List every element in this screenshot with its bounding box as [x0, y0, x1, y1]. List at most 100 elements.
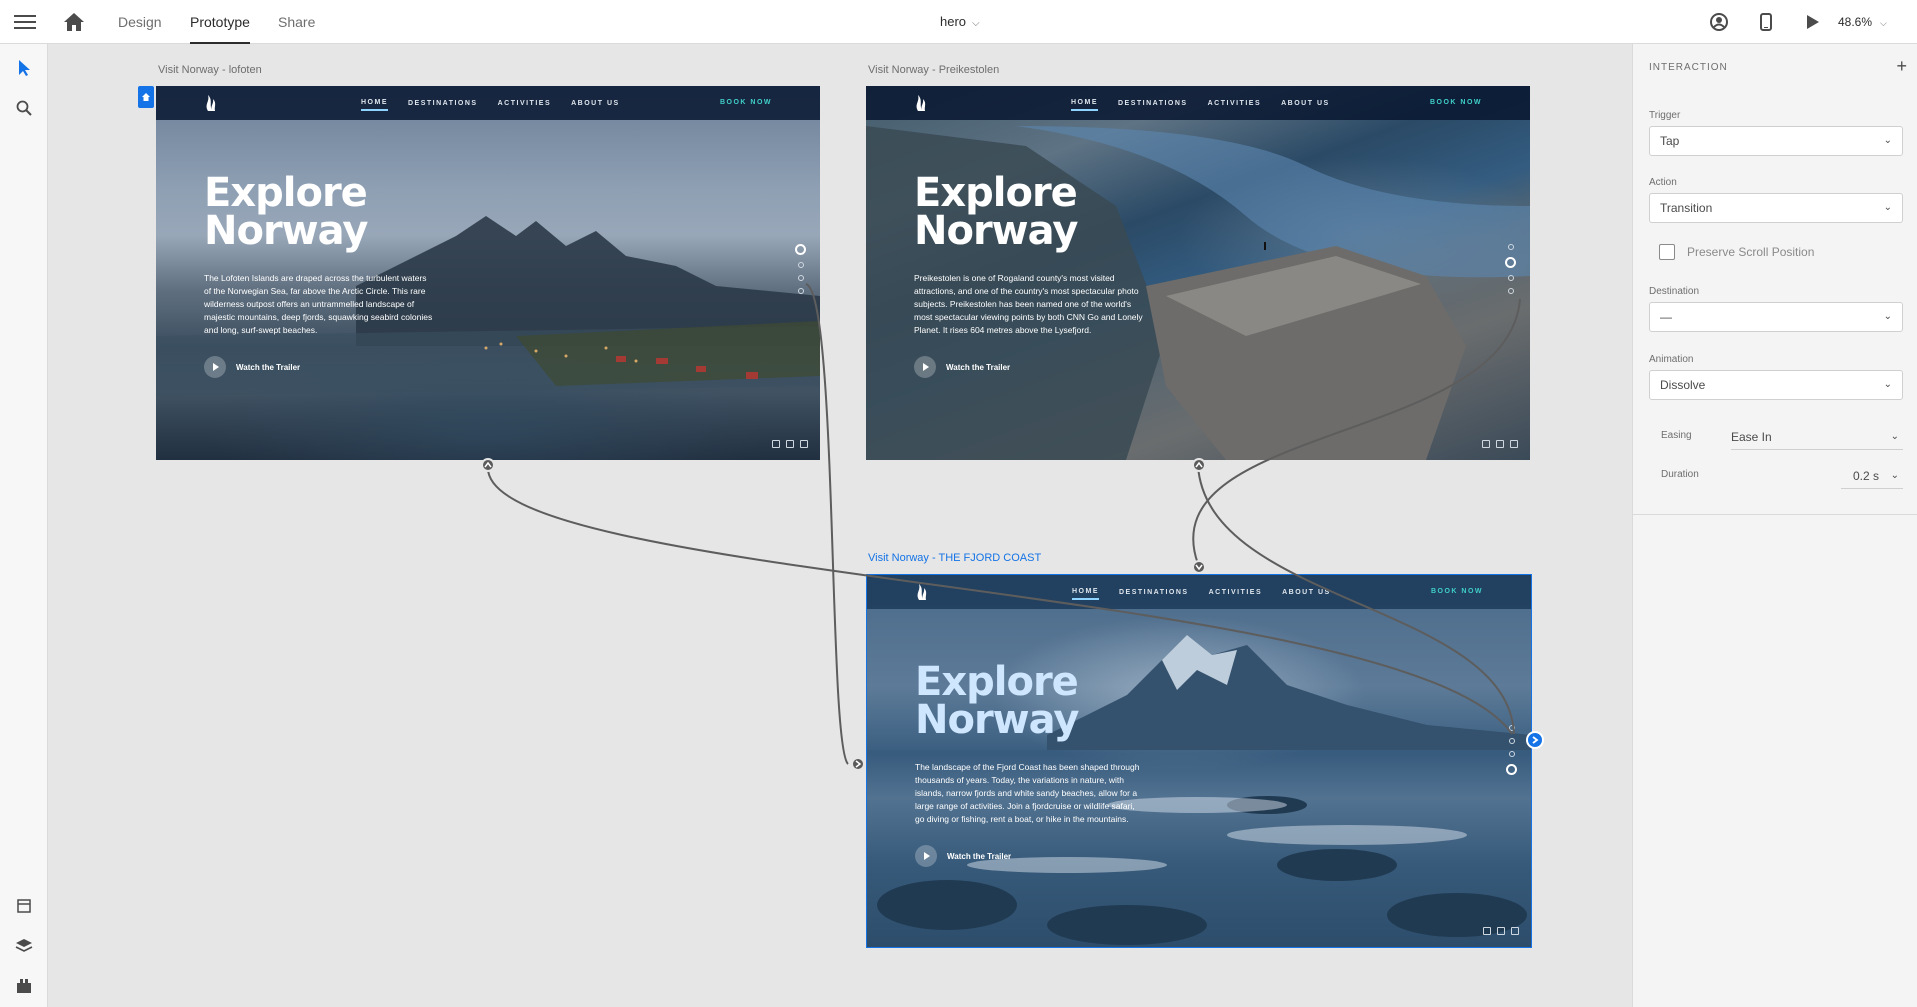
slide-indicator	[1506, 725, 1517, 775]
site-nav-destinations[interactable]: DESTINATIONS	[1118, 100, 1188, 107]
play-icon	[914, 356, 936, 378]
site-nav-destinations[interactable]: DESTINATIONS	[1119, 589, 1189, 596]
assets-panel-icon[interactable]	[12, 894, 36, 918]
hamburger-menu-icon[interactable]	[14, 12, 36, 32]
social-links	[1482, 440, 1518, 448]
artboard-label-lofoten[interactable]: Visit Norway - lofoten	[158, 64, 262, 76]
panel-title: INTERACTION	[1649, 62, 1728, 73]
book-now-link[interactable]: BOOK NOW	[720, 99, 772, 106]
trigger-select[interactable]: Tap ⌄	[1649, 126, 1903, 156]
duration-label: Duration	[1661, 469, 1699, 480]
checkbox-box[interactable]	[1659, 244, 1675, 260]
chevron-down-icon: ⌄	[1890, 470, 1899, 481]
watch-trailer-label: Watch the Trailer	[947, 851, 1012, 861]
twitter-icon[interactable]	[786, 440, 794, 448]
facebook-icon[interactable]	[1483, 927, 1491, 935]
artboard-fjord-coast[interactable]: HOME DESTINATIONS ACTIVITIES ABOUT US BO…	[866, 574, 1532, 948]
site-nav-about[interactable]: ABOUT US	[1281, 100, 1330, 107]
animation-select[interactable]: Dissolve ⌄	[1649, 370, 1903, 400]
hero-title-line: Explore	[204, 170, 368, 216]
watch-trailer-button[interactable]: Watch the Trailer	[204, 356, 300, 378]
facebook-icon[interactable]	[1482, 440, 1490, 448]
document-title[interactable]: hero ⌵	[940, 0, 980, 44]
social-links	[772, 440, 808, 448]
slide-dot[interactable]	[797, 275, 804, 281]
duration-row: Duration 0.2 s ⌄	[1661, 463, 1903, 489]
facebook-icon[interactable]	[772, 440, 780, 448]
watch-trailer-button[interactable]: Watch the Trailer	[914, 356, 1010, 378]
site-nav-home[interactable]: HOME	[1071, 99, 1098, 111]
slide-dot[interactable]	[1508, 751, 1515, 757]
action-select[interactable]: Transition ⌄	[1649, 193, 1903, 223]
connection-handle-arrow-icon[interactable]	[1526, 731, 1544, 749]
hero-title-line: Explore	[915, 659, 1079, 705]
slide-dot[interactable]	[1507, 244, 1514, 250]
site-nav-about[interactable]: ABOUT US	[1282, 589, 1331, 596]
slide-dot[interactable]	[1508, 725, 1515, 731]
slide-dot[interactable]	[1506, 764, 1517, 775]
plugins-panel-icon[interactable]	[12, 974, 36, 998]
layers-panel-icon[interactable]	[12, 934, 36, 958]
zoom-tool-icon[interactable]	[12, 96, 36, 120]
chevron-down-icon: ⌄	[1883, 202, 1892, 213]
slide-dot[interactable]	[797, 288, 804, 294]
tab-prototype[interactable]: Prototype	[190, 0, 250, 44]
instagram-icon[interactable]	[1511, 927, 1519, 935]
slide-dot[interactable]	[1507, 275, 1514, 281]
site-navbar: HOME DESTINATIONS ACTIVITIES ABOUT US BO…	[866, 86, 1530, 120]
site-nav-activities[interactable]: ACTIVITIES	[1208, 100, 1262, 107]
twitter-icon[interactable]	[1496, 440, 1504, 448]
hero-title-line: Norway	[204, 208, 368, 254]
connection-pin-down-icon[interactable]	[1192, 560, 1206, 574]
slide-dot[interactable]	[797, 262, 804, 268]
duration-input[interactable]: 0.2 s ⌄	[1841, 463, 1903, 489]
connection-pin-up-icon[interactable]	[481, 458, 495, 472]
watch-trailer-button[interactable]: Watch the Trailer	[915, 845, 1011, 867]
artboard-label-preikestolen[interactable]: Visit Norway - Preikestolen	[868, 64, 999, 76]
home-artboard-icon[interactable]	[138, 86, 154, 108]
site-nav-home[interactable]: HOME	[1072, 588, 1099, 600]
watch-trailer-label: Watch the Trailer	[236, 362, 301, 372]
site-nav-destinations[interactable]: DESTINATIONS	[408, 100, 478, 107]
slide-dot[interactable]	[1508, 738, 1515, 744]
slide-dot[interactable]	[795, 244, 806, 255]
artboard-lofoten[interactable]: HOME DESTINATIONS ACTIVITIES ABOUT US BO…	[156, 86, 820, 460]
book-now-link[interactable]: BOOK NOW	[1430, 99, 1482, 106]
artboard-label-fjord-coast[interactable]: Visit Norway - THE FJORD COAST	[868, 552, 1041, 564]
site-nav-about[interactable]: ABOUT US	[571, 100, 620, 107]
tab-share[interactable]: Share	[278, 0, 315, 44]
add-interaction-icon[interactable]: +	[1896, 56, 1907, 77]
left-toolbar	[0, 44, 48, 1007]
device-preview-icon[interactable]	[1756, 12, 1776, 32]
connection-pin-up-icon[interactable]	[1192, 458, 1206, 472]
twitter-icon[interactable]	[1497, 927, 1505, 935]
panel-divider	[1633, 514, 1917, 515]
duration-value: 0.2 s	[1852, 469, 1879, 483]
slide-dot[interactable]	[1507, 288, 1514, 294]
slide-dot[interactable]	[1505, 257, 1516, 268]
design-canvas[interactable]: Visit Norway - lofoten HOME DESTINATIONS…	[48, 44, 1632, 1007]
easing-select[interactable]: Ease In ⌄	[1731, 424, 1903, 450]
instagram-icon[interactable]	[1510, 440, 1518, 448]
site-nav-home[interactable]: HOME	[361, 99, 388, 111]
play-preview-icon[interactable]	[1802, 12, 1822, 32]
chevron-down-icon: ⌵	[1880, 18, 1887, 28]
connection-pin-right-icon[interactable]	[851, 757, 865, 771]
site-nav-links: HOME DESTINATIONS ACTIVITIES ABOUT US	[1071, 86, 1330, 120]
zoom-level[interactable]: 48.6% ⌵	[1838, 0, 1887, 44]
hero-title-line: Norway	[914, 208, 1078, 254]
hero-title-line: Norway	[915, 697, 1079, 743]
preserve-scroll-checkbox[interactable]: Preserve Scroll Position	[1659, 244, 1814, 260]
site-nav-activities[interactable]: ACTIVITIES	[498, 100, 552, 107]
select-tool-icon[interactable]	[12, 56, 36, 80]
destination-select[interactable]: — ⌄	[1649, 302, 1903, 332]
chevron-down-icon: ⌄	[1883, 379, 1892, 390]
artboard-preikestolen[interactable]: HOME DESTINATIONS ACTIVITIES ABOUT US BO…	[866, 86, 1530, 460]
tab-design[interactable]: Design	[118, 0, 162, 44]
document-title-text: hero	[940, 14, 967, 29]
book-now-link[interactable]: BOOK NOW	[1431, 588, 1483, 595]
user-account-icon[interactable]	[1709, 12, 1729, 32]
instagram-icon[interactable]	[800, 440, 808, 448]
home-icon[interactable]	[62, 11, 86, 33]
site-nav-activities[interactable]: ACTIVITIES	[1209, 589, 1263, 596]
